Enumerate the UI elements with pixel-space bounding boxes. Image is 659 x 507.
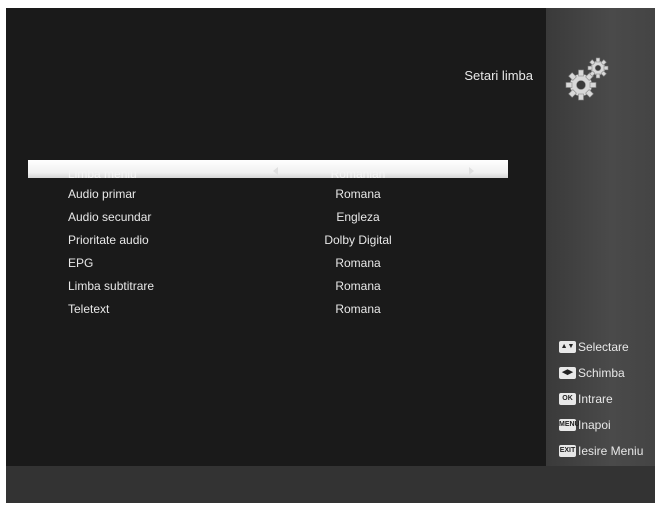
up-down-key-icon: ▲▼	[559, 341, 576, 353]
menu-item-value: Dolby Digital	[324, 233, 392, 247]
menu-item-label: Prioritate audio	[68, 233, 149, 247]
gears-icon	[565, 57, 609, 101]
header-pointer	[532, 68, 546, 92]
menu-item-epg[interactable]: EPG Romana	[28, 252, 508, 275]
menu-item-audio-priority[interactable]: Prioritate audio Dolby Digital	[28, 229, 508, 252]
menu-item-value: Romana	[335, 256, 381, 270]
legend-label: Inapoi	[578, 418, 611, 432]
menu-item-label: Audio primar	[68, 187, 137, 201]
legend-label: Iesire Meniu	[578, 444, 644, 458]
legend-label: Schimba	[578, 366, 625, 380]
exit-key-icon: EXIT	[559, 445, 576, 457]
menu-item-subtitle-language[interactable]: Limba subtitrare Romana	[28, 275, 508, 298]
menu-key-icon: MENU	[559, 419, 580, 431]
page-title: Setari limba	[464, 68, 533, 83]
bottom-bar	[6, 466, 655, 503]
menu-item-teletext[interactable]: Teletext Romana	[28, 298, 508, 321]
legend-label: Intrare	[578, 392, 613, 406]
ok-key-icon: OK	[559, 393, 576, 405]
menu-item-value: Engleza	[336, 210, 380, 224]
menu-item-label: Teletext	[68, 302, 110, 316]
menu-item-value: Romana	[335, 187, 381, 201]
left-right-key-icon: ◀▶	[559, 367, 576, 379]
menu-item-label: Limba subtitrare	[68, 279, 155, 293]
menu-item-label: Limba meniu	[68, 167, 137, 181]
menu-item-label: Audio secundar	[68, 210, 152, 224]
menu-item-menu-language[interactable]: Limba meniu Romanian	[28, 160, 508, 181]
language-settings-menu: Limba meniu Romanian Audio primar Romana…	[28, 160, 508, 321]
menu-item-label: EPG	[68, 256, 94, 270]
menu-item-value: Romana	[335, 279, 381, 293]
menu-item-primary-audio[interactable]: Audio primar Romana	[28, 183, 508, 206]
legend-label: Selectare	[578, 340, 629, 354]
arrow-right-icon[interactable]	[469, 167, 474, 175]
tv-screen: Setari limba Limba meniu Romanian Audio …	[6, 8, 655, 503]
menu-item-secondary-audio[interactable]: Audio secundar Engleza	[28, 206, 508, 229]
menu-item-value: Romanian	[330, 167, 386, 181]
menu-item-value: Romana	[335, 302, 381, 316]
